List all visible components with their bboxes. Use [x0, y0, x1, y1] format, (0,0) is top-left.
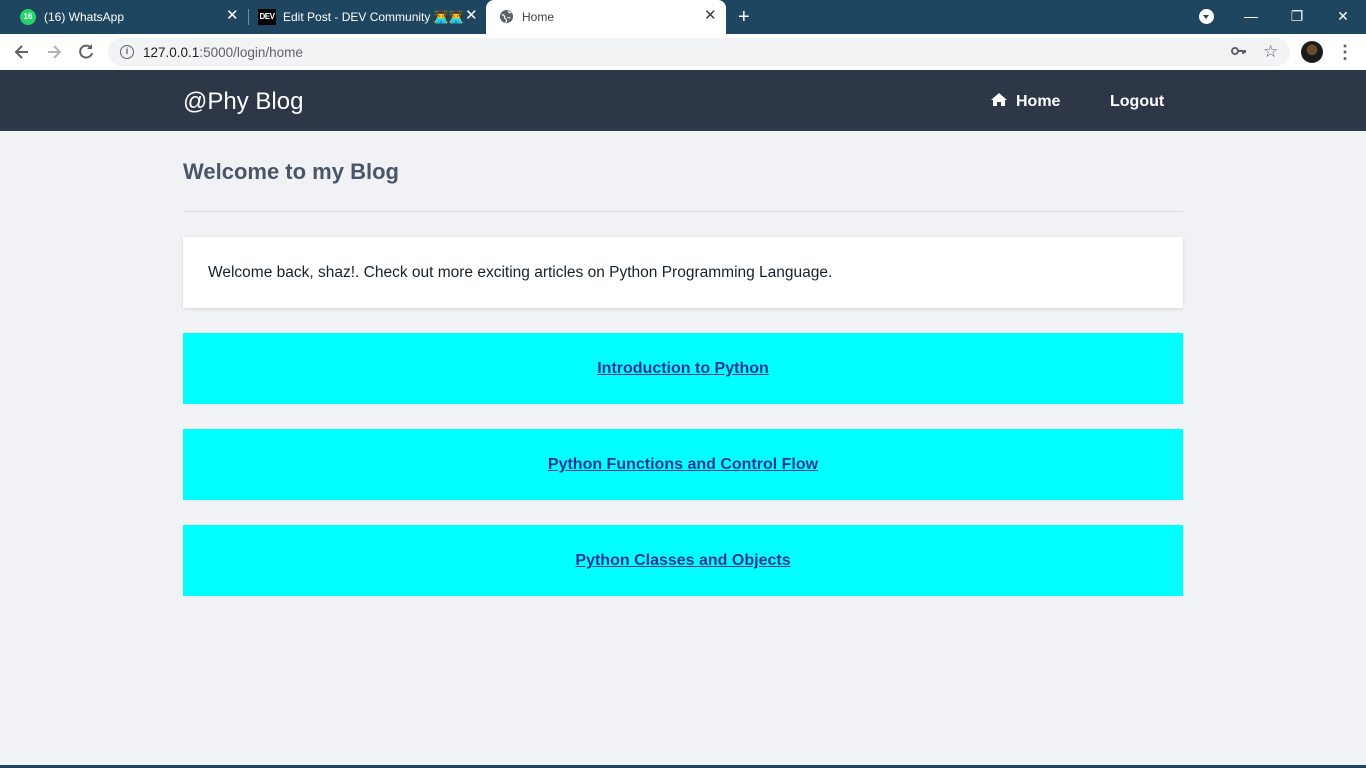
info-icon[interactable]: i: [120, 45, 134, 59]
close-icon[interactable]: ✕: [465, 8, 478, 24]
tab-title: Home: [522, 10, 555, 24]
post-card: Introduction to Python: [183, 333, 1183, 404]
post-link[interactable]: Python Functions and Control Flow: [548, 456, 818, 474]
site-brand[interactable]: @Phy Blog: [183, 87, 303, 117]
nav-home-link[interactable]: Home: [990, 92, 1060, 112]
url-text[interactable]: 127.0.0.1:5000/login/home: [143, 45, 303, 60]
welcome-message: Welcome back, shaz!. Check out more exci…: [208, 264, 833, 281]
key-icon[interactable]: [1231, 45, 1247, 59]
dev-icon: DEV: [258, 9, 276, 25]
close-icon[interactable]: ✕: [704, 8, 717, 24]
minimize-icon[interactable]: —: [1241, 6, 1261, 26]
browser-toolbar: i 127.0.0.1:5000/login/home ☆ ⋮: [0, 34, 1366, 70]
nav-logout-link[interactable]: Logout: [1110, 92, 1164, 112]
arrow-left-icon[interactable]: [12, 42, 32, 62]
close-icon[interactable]: ✕: [226, 8, 239, 24]
browser-tab-strip: 16 (16) WhatsApp ✕ DEV Edit Post - DEV C…: [0, 0, 1366, 34]
arrow-right-icon[interactable]: [44, 42, 64, 62]
reload-icon[interactable]: [76, 42, 96, 62]
site-navbar: @Phy Blog Home Logout: [0, 70, 1366, 131]
more-vert-icon[interactable]: ⋮: [1336, 40, 1354, 64]
address-bar[interactable]: i 127.0.0.1:5000/login/home ☆: [108, 38, 1290, 66]
url-host: 127.0.0.1: [143, 45, 200, 60]
globe-icon: [499, 9, 514, 24]
avatar[interactable]: [1301, 41, 1323, 63]
home-icon: [991, 93, 1007, 106]
star-icon[interactable]: ☆: [1263, 43, 1278, 60]
post-link[interactable]: Python Classes and Objects: [575, 552, 790, 570]
tab-home[interactable]: Home ✕: [486, 0, 726, 34]
tab-title: (16) WhatsApp: [44, 10, 125, 24]
tab-dev-community[interactable]: DEV Edit Post - DEV Community 👨‍💻👨‍💻 ✕: [249, 0, 485, 34]
tab-whatsapp[interactable]: 16 (16) WhatsApp ✕: [0, 0, 248, 34]
window-close-icon[interactable]: ✕: [1333, 6, 1353, 26]
post-link[interactable]: Introduction to Python: [597, 360, 769, 378]
divider: [183, 211, 1183, 212]
page-title: Welcome to my Blog: [183, 159, 399, 184]
url-path: :5000/login/home: [199, 45, 303, 60]
tab-search-dropdown-icon[interactable]: [1199, 9, 1214, 24]
post-card: Python Classes and Objects: [183, 525, 1183, 596]
new-tab-icon[interactable]: +: [738, 7, 750, 27]
post-card: Python Functions and Control Flow: [183, 429, 1183, 500]
welcome-card: Welcome back, shaz!. Check out more exci…: [183, 237, 1183, 308]
nav-home-label: Home: [1016, 93, 1061, 110]
tab-title: Edit Post - DEV Community 👨‍💻👨‍💻: [283, 10, 464, 24]
whatsapp-icon: 16: [20, 9, 36, 25]
restore-icon[interactable]: ❐: [1287, 6, 1307, 26]
